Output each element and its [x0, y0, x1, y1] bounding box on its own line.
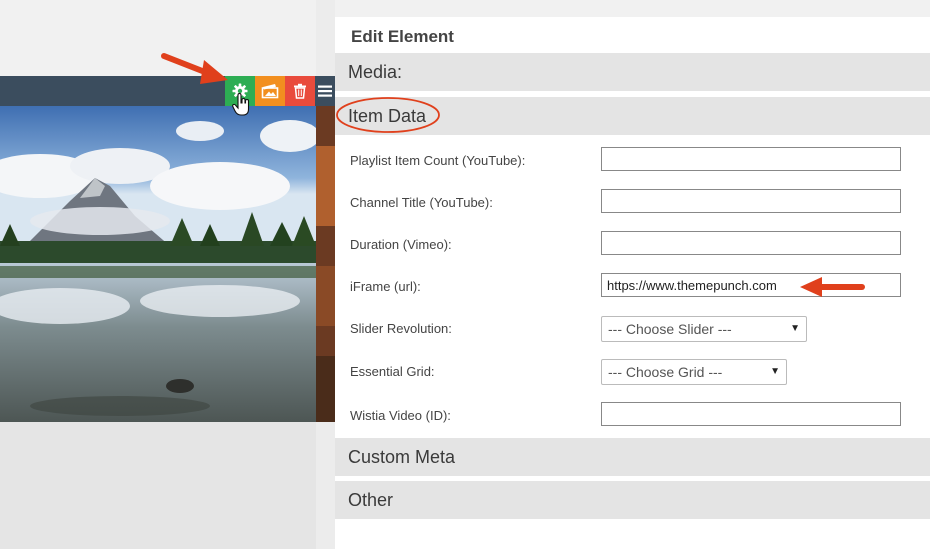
edit-element-panel: Edit Element Media: Item Data Playlist I… [335, 17, 930, 549]
label-channel-title: Channel Title (YouTube): [350, 195, 493, 210]
annotation-arrow-icon [161, 53, 228, 84]
trash-icon [294, 83, 306, 99]
sunset-photo-edge [316, 106, 335, 422]
item-media-button[interactable] [255, 76, 285, 106]
essential-grid-select[interactable]: --- Choose Grid --- ▼ [601, 359, 787, 385]
section-other[interactable]: Other [335, 481, 930, 519]
duration-input[interactable] [601, 231, 901, 255]
section-item-data[interactable]: Item Data [335, 97, 930, 135]
hand-cursor-icon [232, 93, 250, 116]
label-wistia-video: Wistia Video (ID): [350, 408, 451, 423]
wistia-video-input[interactable] [601, 402, 901, 426]
playlist-item-count-input[interactable] [601, 147, 901, 171]
chevron-down-icon: ▼ [790, 323, 800, 334]
label-duration: Duration (Vimeo): [350, 237, 452, 252]
media-icon [261, 84, 279, 99]
label-essential-grid: Essential Grid: [350, 364, 435, 379]
section-media[interactable]: Media: [335, 53, 930, 91]
essential-grid-selected: --- Choose Grid --- [608, 364, 723, 380]
label-iframe-url: iFrame (url): [350, 279, 421, 294]
chevron-down-icon: ▼ [770, 366, 780, 377]
grid-item-image[interactable] [0, 106, 316, 422]
landscape-photo [0, 106, 316, 422]
item-menu-button[interactable] [315, 76, 335, 106]
label-playlist-item-count: Playlist Item Count (YouTube): [350, 153, 526, 168]
slider-revolution-select[interactable]: --- Choose Slider --- ▼ [601, 316, 807, 342]
item-delete-button[interactable] [285, 76, 315, 106]
channel-title-input[interactable] [601, 189, 901, 213]
panel-title: Edit Element [351, 27, 454, 46]
next-grid-item-image [316, 106, 335, 422]
slider-revolution-selected: --- Choose Slider --- [608, 321, 732, 337]
section-custom-meta[interactable]: Custom Meta [335, 438, 930, 476]
annotation-arrow-icon [800, 277, 865, 297]
label-slider-revolution: Slider Revolution: [350, 321, 452, 336]
hamburger-icon [318, 85, 332, 97]
canvas-background [0, 422, 316, 549]
